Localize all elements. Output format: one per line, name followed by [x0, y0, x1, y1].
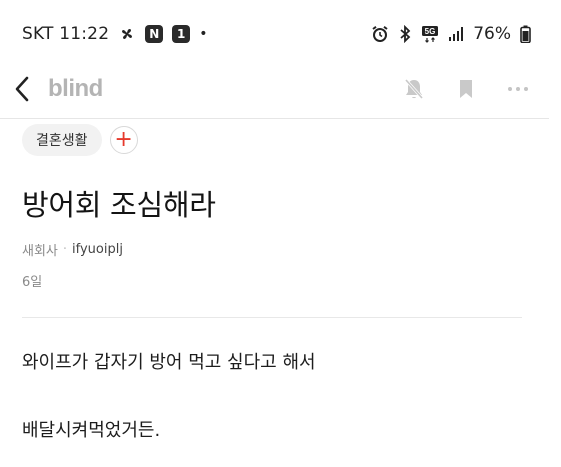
bookmark-icon[interactable]	[455, 77, 477, 101]
topic-chip[interactable]: 결혼생활	[22, 124, 102, 156]
more-icon[interactable]	[507, 77, 529, 101]
status-carrier-time: SKT 11:22	[22, 24, 109, 44]
brand-logo: blind	[48, 75, 103, 102]
topic-row: 결혼생활 +	[22, 124, 138, 156]
content-divider	[22, 317, 522, 318]
nav-actions	[403, 77, 547, 101]
pinwheel-icon	[118, 25, 136, 43]
post-date: 6일	[22, 275, 43, 290]
add-topic-button[interactable]: +	[109, 126, 138, 154]
status-bar: SKT 11:22 N 1 • 5G 76%	[0, 0, 561, 62]
post-body-line: 와이프가 갑자기 방어 먹고 싶다고 해서	[22, 352, 316, 373]
nav-divider	[0, 118, 549, 119]
signal-icon	[448, 26, 464, 42]
meta-separator: ·	[62, 242, 68, 257]
status-dot: •	[199, 26, 208, 42]
status-left: SKT 11:22 N 1 •	[22, 24, 207, 44]
notifications-off-icon[interactable]	[403, 77, 425, 101]
status-right: 5G 76%	[371, 24, 531, 44]
alarm-icon	[371, 25, 389, 43]
time-label: 11:22	[59, 24, 110, 44]
5g-icon: 5G	[421, 25, 439, 43]
post-body-line: 배달시켜먹었거든.	[22, 420, 161, 441]
company-label[interactable]: 새회사	[22, 240, 58, 259]
post-meta: 새회사 · ifyuoiplj	[22, 240, 123, 259]
bluetooth-icon	[398, 25, 412, 43]
one-badge-icon: 1	[172, 25, 191, 43]
n-badge-icon: N	[145, 25, 164, 43]
author-label[interactable]: ifyuoiplj	[72, 242, 123, 257]
app-nav-bar: blind	[0, 64, 561, 114]
post-title: 방어회 조심해라	[22, 188, 216, 222]
svg-text:5G: 5G	[425, 27, 436, 36]
battery-icon	[520, 25, 531, 43]
back-icon[interactable]	[14, 74, 36, 104]
battery-label: 76%	[473, 24, 511, 44]
carrier-label: SKT	[22, 24, 54, 44]
post-screen: SKT 11:22 N 1 • 5G 76% blind 결혼생활 + 방어회 …	[0, 0, 561, 467]
